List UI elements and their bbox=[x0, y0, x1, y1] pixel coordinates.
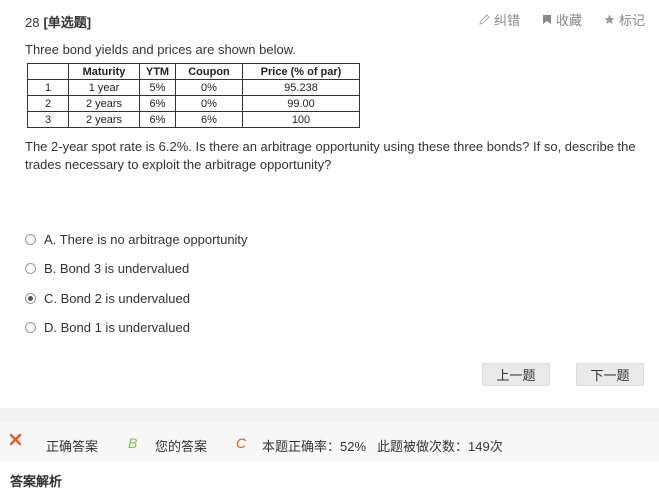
option-b[interactable]: B. Bond 3 is undervalued bbox=[25, 260, 248, 278]
your-answer-label: 您的答案 bbox=[155, 439, 208, 454]
table-cell: 95.238 bbox=[242, 79, 360, 96]
bookmark-icon bbox=[542, 14, 552, 25]
your-answer-value: C bbox=[236, 435, 247, 451]
table-cell: 2 years bbox=[68, 95, 140, 112]
table-cell: 100 bbox=[242, 111, 360, 128]
table-cell: 6% bbox=[175, 111, 243, 128]
question-intro: Three bond yields and prices are shown b… bbox=[25, 42, 296, 57]
table-header-cell: Maturity bbox=[68, 63, 140, 80]
answer-options: A. There is no arbitrage opportunity B. … bbox=[25, 230, 248, 348]
table-header-cell: Coupon bbox=[175, 63, 243, 80]
option-label: C. Bond 2 is undervalued bbox=[44, 290, 190, 306]
question-header: 28 [单选题] 纠错 收藏 标记 bbox=[25, 10, 645, 30]
option-c[interactable]: C. Bond 2 is undervalued bbox=[25, 289, 248, 307]
accuracy-rate: 本题正确率：52% bbox=[262, 439, 367, 454]
table-cell: 0% bbox=[175, 79, 243, 96]
radio-button[interactable] bbox=[25, 322, 36, 333]
table-cell: 1 bbox=[27, 79, 69, 96]
question-type: [单选题] bbox=[43, 15, 92, 30]
option-label: A. There is no arbitrage opportunity bbox=[44, 231, 248, 247]
correct-answer-value: B bbox=[128, 435, 138, 451]
correct-answer-label: 正确答案 bbox=[46, 439, 99, 454]
bond-table: Maturity YTM Coupon Price (% of par) 1 1… bbox=[27, 63, 360, 128]
table-cell: 6% bbox=[139, 95, 176, 112]
option-d[interactable]: D. Bond 1 is undervalued bbox=[25, 319, 248, 337]
table-header-cell bbox=[27, 63, 69, 80]
radio-button[interactable] bbox=[25, 263, 36, 274]
table-cell: 1 year bbox=[68, 79, 140, 96]
result-bar: 正确答案 B 您的答案 C 本题正确率：52% 此题被做次数：149次 bbox=[0, 422, 659, 462]
table-header-row: Maturity YTM Coupon Price (% of par) bbox=[27, 63, 360, 80]
star-icon bbox=[604, 14, 615, 25]
table-cell: 0% bbox=[175, 95, 243, 112]
table-row: 1 1 year 5% 0% 95.238 bbox=[27, 79, 360, 96]
report-error-label: 纠错 bbox=[493, 13, 520, 28]
table-cell: 2 years bbox=[68, 111, 140, 128]
table-cell: 3 bbox=[27, 111, 69, 128]
close-icon bbox=[9, 433, 22, 449]
attempt-count: 此题被做次数：149次 bbox=[377, 439, 503, 454]
analysis-title: 答案解析 bbox=[10, 474, 63, 489]
radio-button-selected[interactable] bbox=[25, 292, 36, 304]
question-number: 28 [单选题] bbox=[25, 12, 91, 31]
report-error-button[interactable]: 纠错 bbox=[479, 10, 520, 29]
table-cell: 5% bbox=[139, 79, 176, 96]
radio-button[interactable] bbox=[25, 233, 36, 245]
table-row: 3 2 years 6% 6% 100 bbox=[27, 111, 360, 128]
mark-label: 标记 bbox=[618, 13, 645, 28]
favorite-label: 收藏 bbox=[555, 13, 582, 28]
option-label: D. Bond 1 is undervalued bbox=[44, 320, 190, 335]
option-a[interactable]: A. There is no arbitrage opportunity bbox=[25, 230, 248, 248]
table-cell: 6% bbox=[139, 111, 176, 128]
prev-question-button[interactable]: 上一题 bbox=[482, 363, 550, 386]
next-question-button[interactable]: 下一题 bbox=[576, 363, 644, 386]
table-cell: 2 bbox=[27, 95, 69, 112]
favorite-button[interactable]: 收藏 bbox=[542, 10, 582, 29]
table-row: 2 2 years 6% 0% 99.00 bbox=[27, 95, 360, 112]
table-header-cell: YTM bbox=[139, 63, 176, 80]
pencil-icon bbox=[479, 14, 490, 25]
section-divider bbox=[0, 408, 659, 422]
question-tools: 纠错 收藏 标记 bbox=[479, 10, 645, 29]
table-cell: 99.00 bbox=[242, 95, 360, 112]
question-number-value: 28 bbox=[25, 15, 40, 30]
question-text: The 2-year spot rate is 6.2%. Is there a… bbox=[25, 139, 636, 172]
option-label: B. Bond 3 is undervalued bbox=[44, 261, 190, 276]
table-header-cell: Price (% of par) bbox=[242, 63, 360, 80]
mark-button[interactable]: 标记 bbox=[604, 10, 645, 29]
